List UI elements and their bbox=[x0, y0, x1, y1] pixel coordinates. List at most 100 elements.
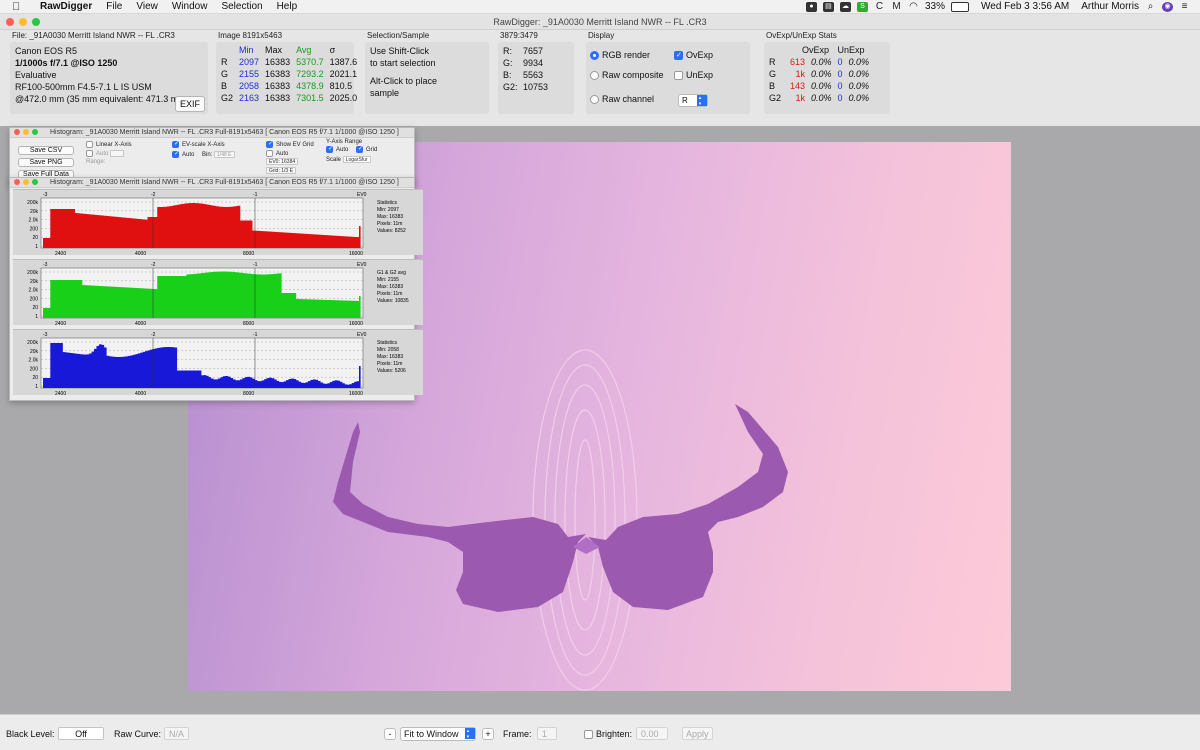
histogram-plot[interactable]: 200k 20k 2.0k 200 20 1 -3 -2 -1 EV0 2400 4000 8000 16… bbox=[13, 259, 423, 327]
black-level-label: Black Level: bbox=[6, 729, 55, 739]
histogram-bar bbox=[55, 280, 58, 318]
histogram-bar bbox=[322, 383, 326, 388]
zoom-window-button[interactable] bbox=[32, 18, 40, 26]
c-icon[interactable]: C bbox=[874, 1, 885, 12]
histogram-plot[interactable]: 200k 20k 2.0k 200 20 1 -3 -2 -1 EV0 2400 4000 8000 16… bbox=[13, 189, 423, 257]
raw-curve-field[interactable]: N/A bbox=[164, 727, 190, 740]
zoom-out-button[interactable]: - bbox=[384, 728, 396, 740]
s-badge-icon[interactable]: S bbox=[856, 1, 868, 12]
histogram-bar bbox=[111, 286, 114, 318]
histogram-bar bbox=[227, 376, 231, 388]
close-window-button[interactable] bbox=[14, 129, 20, 135]
datetime[interactable]: Wed Feb 3 3:56 AM bbox=[981, 1, 1069, 12]
histogram-window[interactable]: Histogram: _91A0030 Merritt Island NWR -… bbox=[9, 177, 423, 401]
histogram-bar bbox=[332, 235, 336, 248]
ev-scale-checkbox[interactable]: EV-scale X-Axis bbox=[172, 140, 235, 148]
close-window-button[interactable] bbox=[14, 179, 20, 185]
channel-select[interactable]: R bbox=[678, 94, 708, 107]
menu-view[interactable]: View bbox=[136, 1, 158, 12]
histogram-bar bbox=[103, 286, 107, 318]
histogram-bar bbox=[213, 271, 216, 318]
wifi-icon[interactable]: ◠ bbox=[908, 1, 919, 12]
brighten-checkbox[interactable]: Brighten: bbox=[584, 727, 632, 741]
histogram-bar bbox=[235, 380, 238, 388]
close-window-button[interactable] bbox=[6, 18, 14, 26]
histogram-bar bbox=[237, 205, 241, 248]
histogram-bar bbox=[317, 234, 321, 248]
scale-select[interactable]: LogarSfur bbox=[342, 156, 371, 164]
histogram-plot[interactable]: 200k 20k 2.0k 200 20 1 -3 -2 -1 EV0 2400 4000 8000 16… bbox=[13, 329, 423, 397]
spotlight-icon[interactable]: ⌕ bbox=[1145, 1, 1156, 12]
raw-composite-radio[interactable]: Raw composite bbox=[590, 70, 664, 81]
histogram-bar bbox=[111, 356, 114, 388]
zoom-select[interactable]: Fit to Window bbox=[400, 727, 476, 741]
histogram-bar bbox=[230, 206, 233, 248]
histogram-bar bbox=[43, 378, 46, 388]
bin-input[interactable]: 1/48 E bbox=[214, 151, 235, 159]
histogram-bar bbox=[252, 274, 255, 318]
m-icon[interactable]: M bbox=[891, 1, 902, 12]
minimize-window-button[interactable] bbox=[19, 18, 27, 26]
histogram-bar bbox=[293, 379, 297, 388]
histogram-bar bbox=[261, 231, 265, 248]
apple-icon[interactable]:  bbox=[12, 1, 26, 13]
histogram-bar bbox=[171, 276, 175, 318]
histogram-bar bbox=[45, 308, 49, 318]
y-auto-checkbox[interactable]: Auto bbox=[326, 145, 348, 153]
frame-field[interactable]: 1 bbox=[537, 727, 557, 740]
histogram-bar bbox=[128, 287, 131, 318]
rgb-render-radio[interactable]: RGB render bbox=[590, 50, 650, 61]
linear-x-checkbox[interactable]: Linear X-Axis bbox=[86, 141, 132, 148]
save-png-button[interactable]: Save PNG bbox=[18, 158, 74, 167]
histogram-bar bbox=[98, 215, 102, 248]
minimize-window-button[interactable] bbox=[23, 129, 29, 135]
histogram-bar bbox=[120, 217, 124, 248]
menu-window[interactable]: Window bbox=[172, 1, 208, 12]
record-icon[interactable]: ● bbox=[805, 1, 817, 12]
zoom-window-button[interactable] bbox=[32, 129, 38, 135]
raw-channel-radio[interactable]: Raw channel bbox=[590, 94, 654, 105]
ovexp-checkbox[interactable]: OvExp bbox=[674, 50, 713, 61]
black-level-field[interactable]: Off bbox=[58, 727, 104, 740]
menu-selection[interactable]: Selection bbox=[221, 1, 262, 12]
histogram-bar bbox=[72, 353, 75, 388]
y-grid-checkbox[interactable]: Grid bbox=[356, 145, 377, 153]
linear-bin-input[interactable] bbox=[110, 150, 125, 158]
minimize-window-button[interactable] bbox=[23, 179, 29, 185]
siri-icon[interactable]: ◉ bbox=[1162, 1, 1173, 12]
zoom-window-button[interactable] bbox=[32, 179, 38, 185]
unexp-checkbox[interactable]: UnExp bbox=[674, 70, 713, 81]
ev0-input[interactable]: EV0: 16384 bbox=[266, 158, 299, 166]
menu-help[interactable]: Help bbox=[277, 1, 298, 12]
menu-file[interactable]: File bbox=[106, 1, 122, 12]
histogram-bar bbox=[225, 206, 229, 248]
histogram-bar bbox=[120, 287, 124, 318]
save-csv-button[interactable]: Save CSV bbox=[18, 146, 74, 155]
brighten-field[interactable]: 0.00 bbox=[636, 727, 668, 740]
film-icon[interactable]: ▤ bbox=[822, 1, 834, 12]
battery-icon[interactable] bbox=[951, 1, 969, 12]
histogram-bar bbox=[312, 234, 316, 248]
apply-button[interactable]: Apply bbox=[682, 727, 713, 740]
sample-coords: 3879:3479 bbox=[500, 31, 538, 40]
ov-header-ovexp: OvExp bbox=[802, 45, 830, 55]
channel-label: R bbox=[221, 57, 228, 67]
zoom-in-button[interactable]: + bbox=[482, 728, 494, 740]
checkbox-checked-icon bbox=[172, 150, 179, 159]
histogram-bar bbox=[123, 356, 127, 388]
exif-button[interactable]: EXIF bbox=[175, 96, 206, 112]
linear-auto-checkbox[interactable]: Auto bbox=[86, 150, 132, 158]
control-center-icon[interactable]: ≡ bbox=[1179, 1, 1190, 12]
cloud-icon[interactable]: ☁ bbox=[839, 1, 851, 12]
histogram-bar bbox=[271, 274, 275, 318]
table-row: R 613 0.0% 0 0.0% bbox=[766, 56, 872, 68]
user-name[interactable]: Arthur Morris bbox=[1081, 1, 1139, 12]
histogram-bar bbox=[94, 285, 97, 318]
ev-auto-checkbox[interactable]: Auto Bin: 1/48 E bbox=[172, 150, 235, 159]
channel-select-value[interactable]: R bbox=[678, 94, 708, 107]
ev0-auto-checkbox[interactable]: Auto bbox=[266, 150, 314, 157]
histogram-bar bbox=[208, 272, 212, 318]
grid-step-select[interactable]: Grid: 1/3 E bbox=[266, 167, 296, 175]
menu-app-name[interactable]: RawDigger bbox=[40, 1, 92, 12]
show-ev-grid-checkbox[interactable]: Show EV Grid bbox=[266, 140, 314, 148]
